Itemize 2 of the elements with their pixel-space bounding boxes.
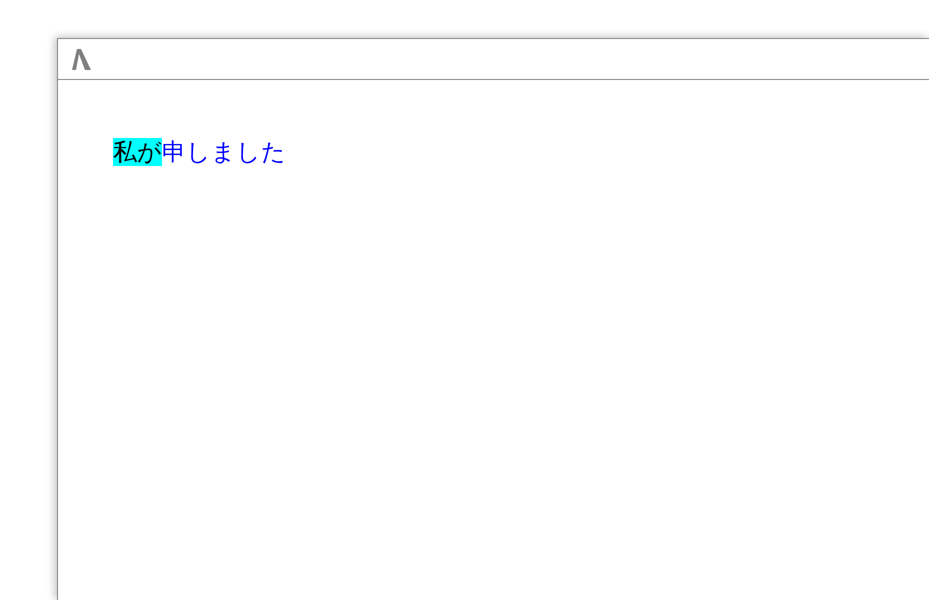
sentence: 私が申しました — [113, 137, 286, 168]
logo-icon — [72, 48, 91, 70]
